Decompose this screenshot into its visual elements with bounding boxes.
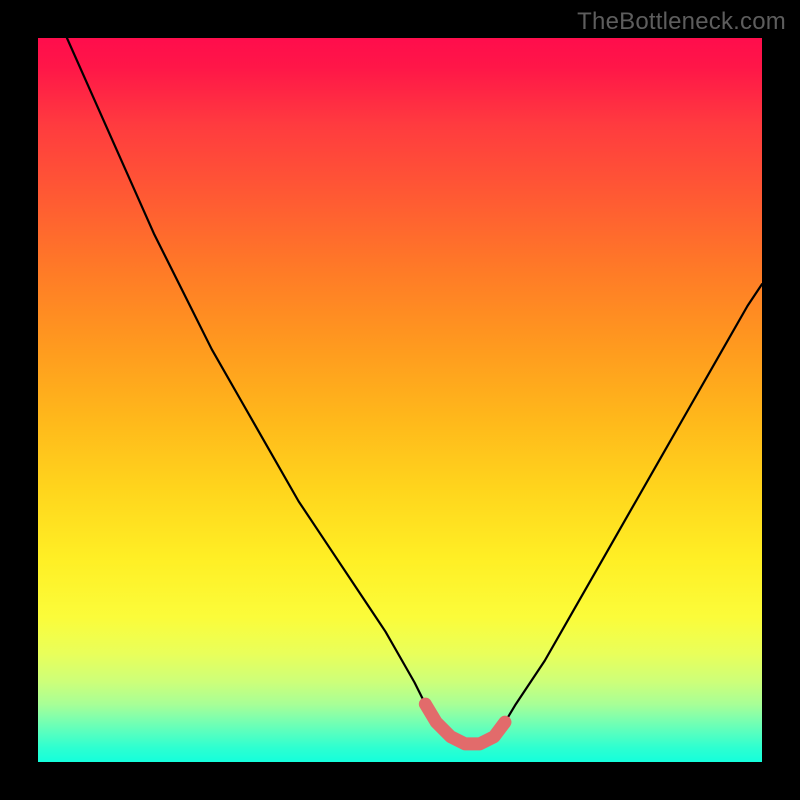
watermark-text: TheBottleneck.com [577,8,786,36]
plot-area [38,38,762,762]
bottleneck-curve [67,38,762,744]
optimal-marker [425,704,505,744]
curve-layer [38,38,762,762]
chart-frame: TheBottleneck.com [0,0,800,800]
